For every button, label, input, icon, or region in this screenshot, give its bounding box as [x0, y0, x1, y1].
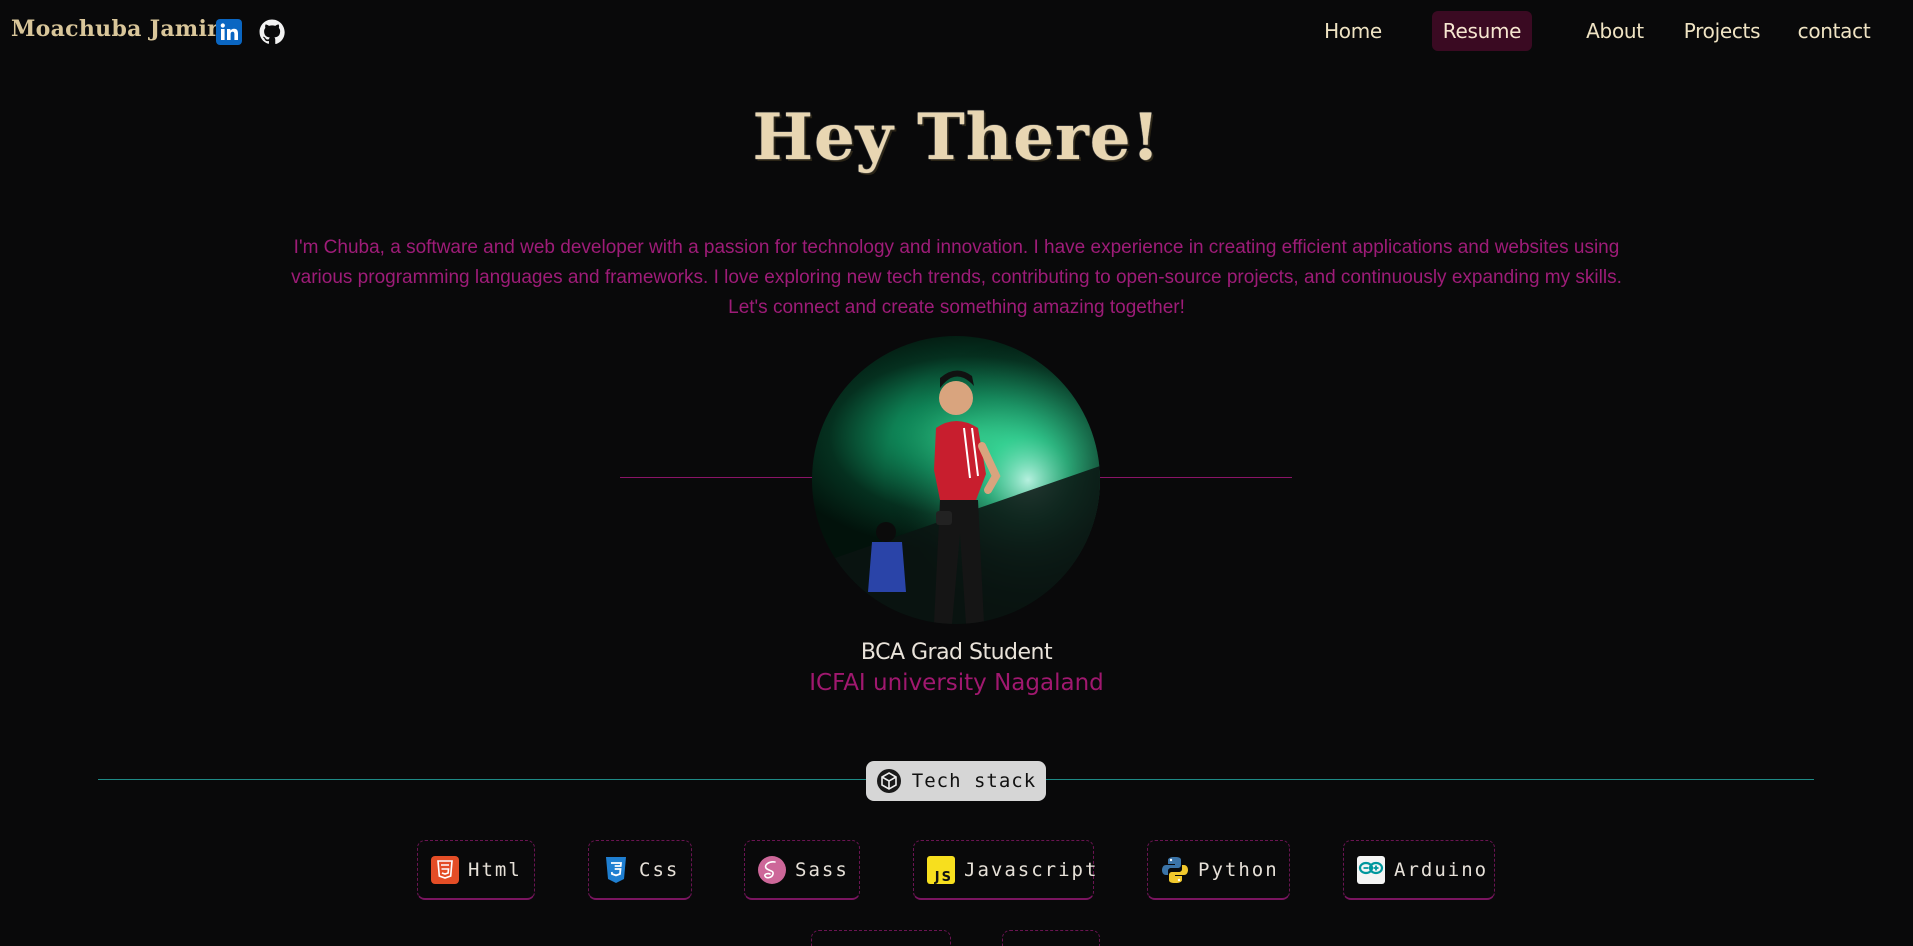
- tech-stack-badge: Tech stack: [866, 761, 1046, 801]
- profile-photo-illustration: [812, 336, 1100, 624]
- tech-chip-label: Css: [639, 858, 680, 881]
- linkedin-icon[interactable]: [216, 19, 242, 45]
- html5-icon: [431, 855, 459, 884]
- github-icon[interactable]: [259, 19, 285, 45]
- tech-chip-label: Javascript: [964, 858, 1099, 881]
- tech-chip-next-row[interactable]: [1002, 930, 1100, 946]
- arduino-icon: [1357, 855, 1385, 884]
- python-icon: [1162, 856, 1188, 883]
- profile-photo: [812, 336, 1100, 624]
- tech-chip-sass[interactable]: Sass: [744, 840, 860, 900]
- tech-chip-label: Sass: [795, 858, 849, 881]
- tech-chip-html[interactable]: Html: [417, 840, 535, 900]
- tech-chip-css[interactable]: Css: [588, 840, 692, 900]
- hero-title: Hey There!: [752, 100, 1161, 175]
- intro-line: Let's connect and create something amazi…: [728, 297, 1185, 318]
- intro-line: various programming languages and framew…: [291, 267, 1622, 288]
- nav-home[interactable]: Home: [1310, 11, 1396, 51]
- brand-name[interactable]: Moachuba Jamir: [11, 16, 219, 42]
- tech-chip-label: Html: [468, 858, 522, 881]
- nav-about[interactable]: About: [1572, 11, 1658, 51]
- css3-icon: [606, 856, 626, 883]
- nav-projects[interactable]: Projects: [1674, 11, 1770, 51]
- tech-chip-label: Arduino: [1394, 858, 1489, 881]
- degree-label: BCA Grad Student: [860, 640, 1053, 665]
- nav-resume[interactable]: Resume: [1432, 11, 1532, 51]
- tech-chip-label: Python: [1198, 858, 1279, 881]
- cube-icon: [876, 769, 901, 793]
- sass-icon: [758, 855, 786, 884]
- tech-stack-title: Tech stack: [911, 770, 1037, 792]
- portfolio-page: Moachuba Jamir Home Resume About Project…: [0, 0, 1913, 946]
- divider-left: [620, 477, 815, 478]
- intro-line: I'm Chuba, a software and web developer …: [293, 237, 1620, 258]
- nav-contact[interactable]: contact: [1788, 11, 1880, 51]
- svg-text:JS: JS: [934, 870, 953, 885]
- tech-chip-next-row[interactable]: [811, 930, 951, 946]
- tech-chip-javascript[interactable]: JS Javascript: [913, 840, 1096, 900]
- divider-right: [1098, 477, 1292, 478]
- tech-chip-python[interactable]: Python: [1147, 840, 1290, 900]
- intro-paragraph: I'm Chuba, a software and web developer …: [240, 233, 1673, 323]
- university-label: ICFAI university Nagaland: [809, 670, 1104, 696]
- tech-chip-arduino[interactable]: Arduino: [1343, 840, 1495, 900]
- javascript-icon: JS: [927, 855, 955, 885]
